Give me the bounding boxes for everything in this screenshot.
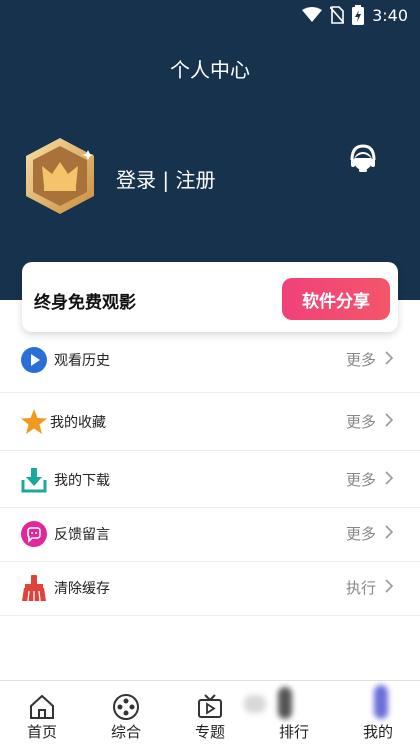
menu-action: 更多 [345, 351, 376, 369]
blur-artifact [244, 695, 266, 713]
divider [0, 450, 420, 451]
menu-item-favorites[interactable]: 我的收藏 更多 [0, 395, 420, 449]
menu-item-downloads[interactable]: 我的下载 更多 [0, 453, 420, 507]
promo-title: 终身免费观影 [34, 293, 136, 313]
menu-label: 反馈留言 [54, 527, 110, 543]
menu-action: 更多 [345, 471, 376, 489]
nav-topics[interactable]: 专题 [168, 681, 252, 747]
chevron-right-icon [385, 413, 394, 427]
film-reel-icon [113, 694, 139, 720]
divider [0, 392, 420, 393]
status-time: 3:40 [372, 5, 408, 25]
login-register-link[interactable]: 登录 | 注册 [116, 164, 215, 193]
nav-label: 排行 [278, 723, 309, 741]
page-title: 个人中心 [170, 58, 250, 82]
bottom-nav: 首页 综合 专题 排行 我的 [0, 680, 420, 747]
wifi-icon [302, 7, 323, 22]
divider [0, 615, 420, 616]
tv-icon [198, 694, 222, 718]
broom-icon [22, 575, 46, 602]
nav-label: 综合 [110, 723, 141, 741]
customer-service-icon[interactable] [346, 142, 380, 176]
nav-label: 首页 [26, 723, 57, 741]
nav-ranking[interactable]: 排行 [244, 681, 336, 747]
nav-general[interactable]: 综合 [84, 681, 168, 747]
vip-crown-avatar[interactable] [22, 136, 98, 216]
menu-label: 我的收藏 [50, 415, 106, 431]
nav-label: 我的 [362, 723, 393, 741]
nav-label: 专题 [194, 723, 225, 741]
menu-action: 更多 [345, 525, 376, 543]
menu-item-history[interactable]: 观看历史 更多 [0, 333, 420, 387]
battery-charging-icon [352, 5, 365, 25]
ranking-icon [278, 687, 292, 719]
share-app-button[interactable]: 软件分享 [282, 278, 390, 320]
nav-mine[interactable]: 我的 [336, 681, 420, 747]
feedback-icon [21, 521, 47, 547]
star-icon [21, 409, 47, 434]
download-icon [21, 468, 47, 493]
menu-item-feedback[interactable]: 反馈留言 更多 [0, 507, 420, 561]
menu-action: 执行 [345, 579, 376, 597]
chevron-right-icon [385, 351, 394, 365]
profile-icon [374, 685, 388, 719]
play-icon [21, 347, 47, 373]
home-icon [30, 694, 54, 719]
menu-label: 我的下载 [54, 473, 110, 489]
chevron-right-icon [385, 525, 394, 539]
menu-action: 更多 [345, 413, 376, 431]
no-sim-icon [330, 6, 345, 24]
promo-card: 终身免费观影 软件分享 [22, 262, 398, 332]
status-bar: 3:40 [0, 0, 420, 30]
nav-home[interactable]: 首页 [0, 681, 84, 747]
menu-label: 清除缓存 [54, 581, 110, 597]
menu-item-clear-cache[interactable]: 清除缓存 执行 [0, 561, 420, 615]
menu-label: 观看历史 [54, 353, 110, 369]
chevron-right-icon [385, 471, 394, 485]
chevron-right-icon [385, 579, 394, 593]
